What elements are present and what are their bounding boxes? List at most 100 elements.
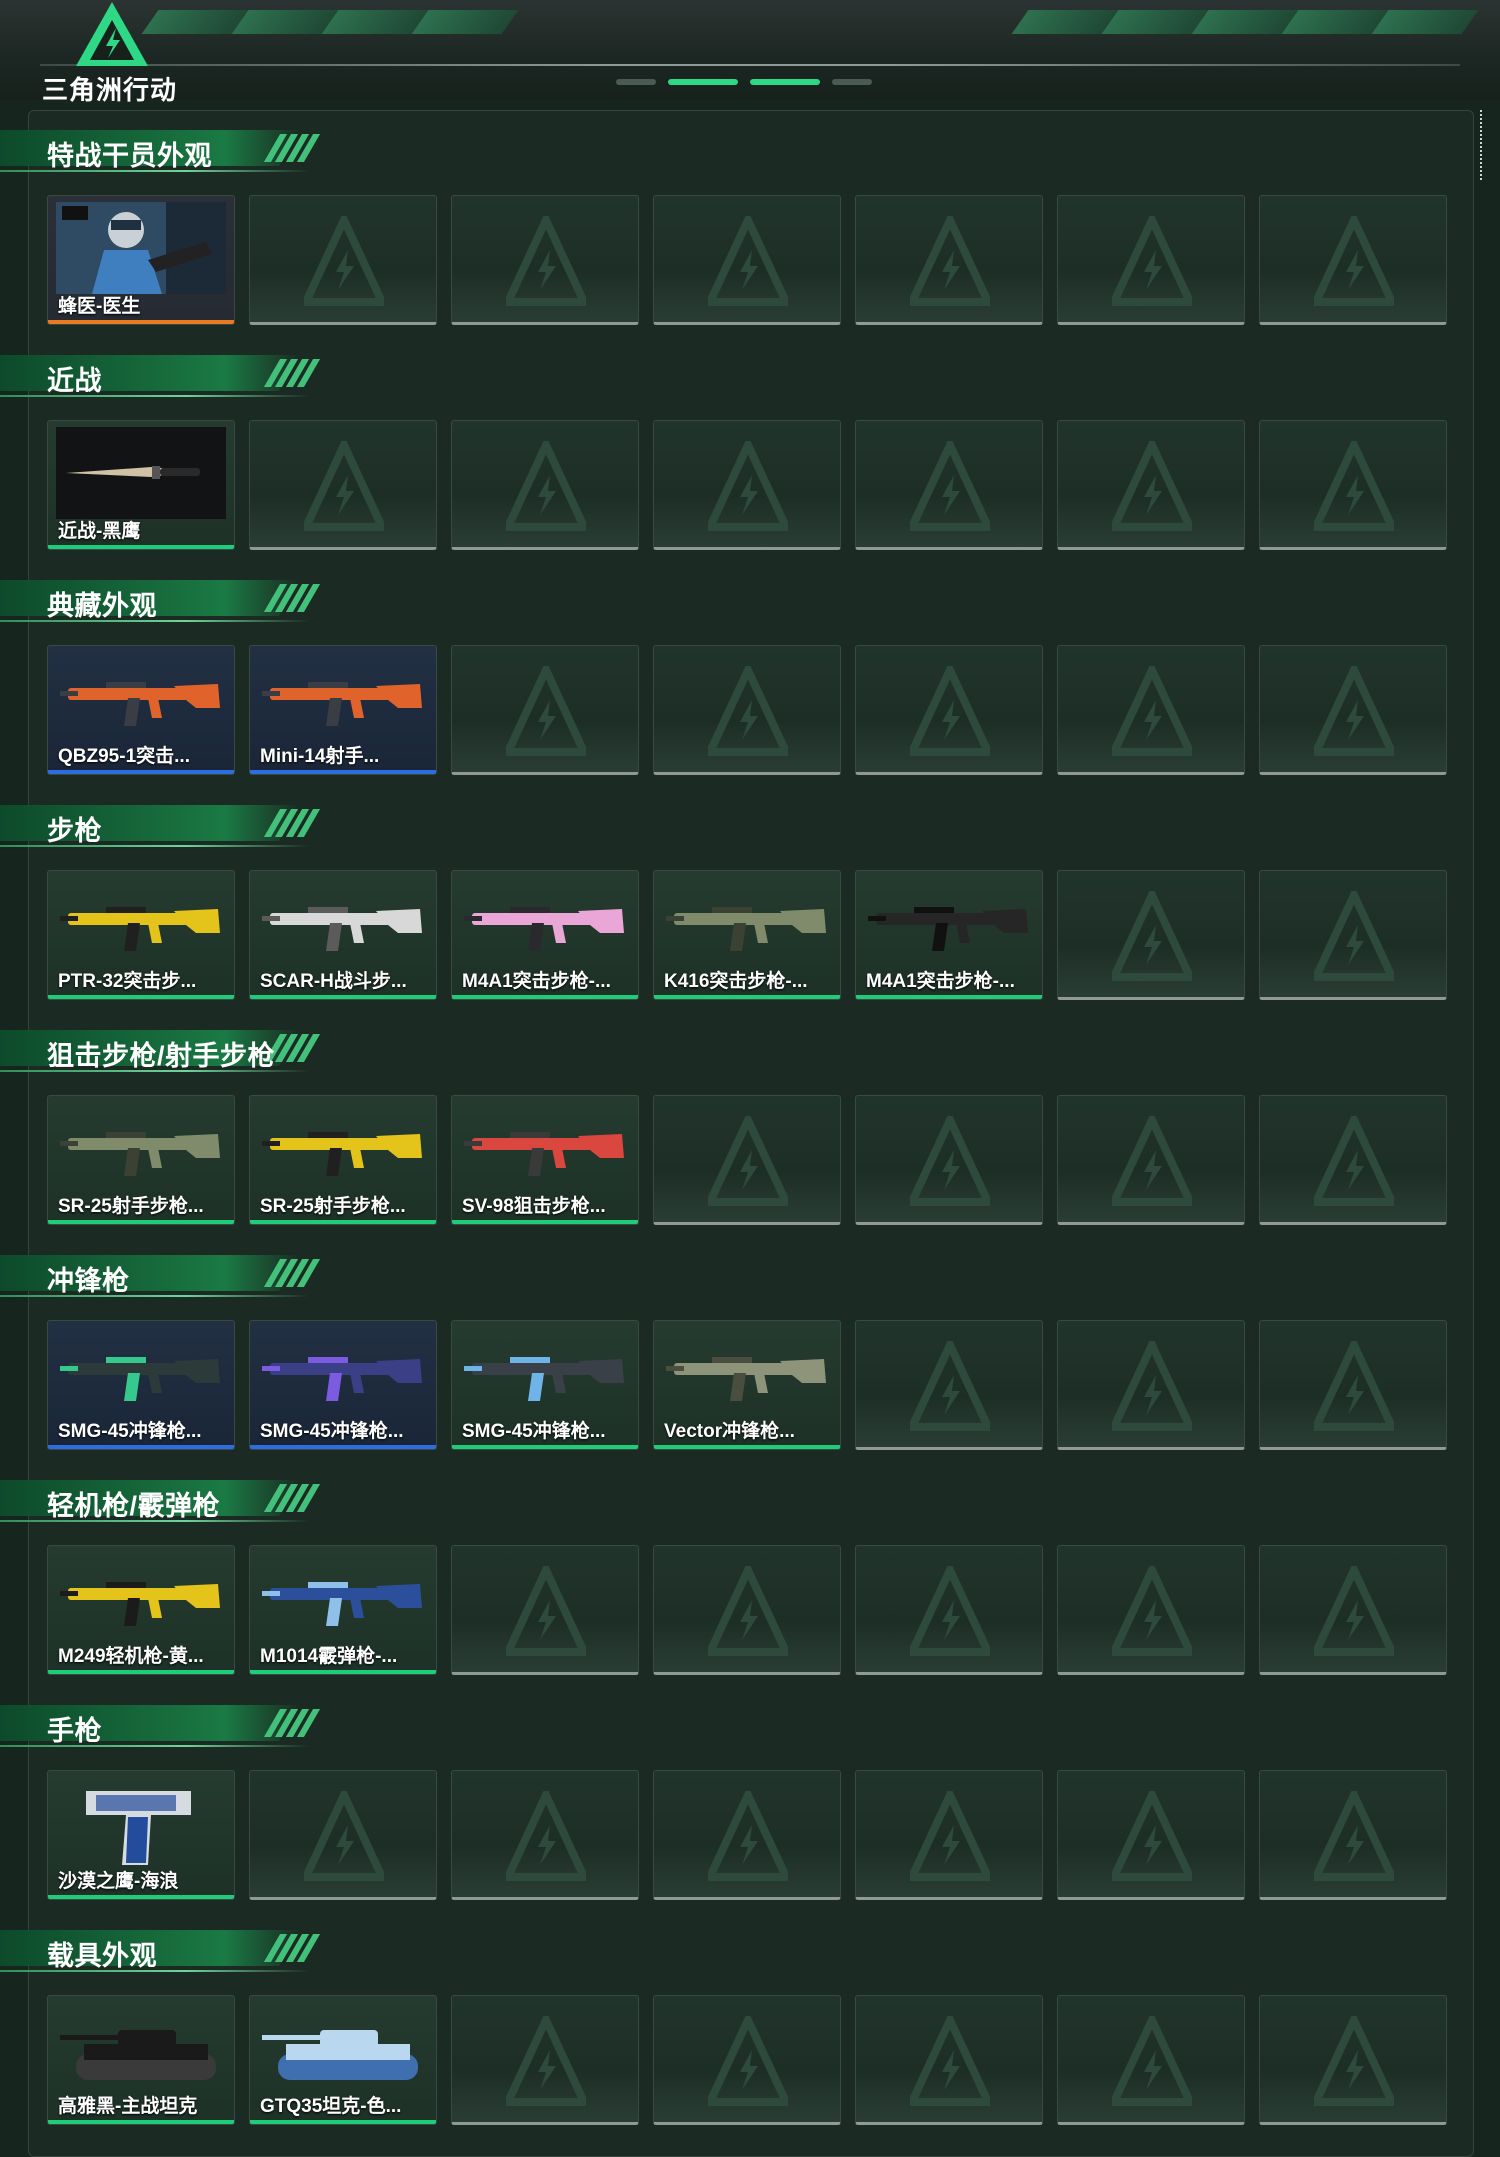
top-header: 三角洲行动	[0, 0, 1500, 106]
delta-placeholder-icon	[708, 666, 788, 756]
empty-slot	[249, 1770, 437, 1900]
delta-placeholder-icon	[910, 441, 990, 531]
section-title: 载具外观	[47, 1941, 157, 1971]
empty-slot	[855, 1770, 1043, 1900]
sniper-red-icon	[460, 1102, 630, 1194]
rarity-bar	[250, 995, 436, 999]
delta-placeholder-icon	[304, 216, 384, 306]
section-header: 典藏外观	[0, 580, 330, 622]
delta-placeholder-icon	[506, 1566, 586, 1656]
section-5: 冲锋枪 SMG-45冲锋枪... SMG-45冲锋枪... SMG-45冲锋枪.…	[0, 1245, 1500, 1470]
header-divider	[40, 64, 1460, 66]
rifle-camo-icon	[56, 1102, 226, 1194]
delta-placeholder-icon	[1112, 216, 1192, 306]
skin-card[interactable]: GTQ35坦克-色...	[249, 1995, 437, 2125]
skin-card[interactable]: M1014霰弹枪-...	[249, 1545, 437, 1675]
skin-card[interactable]: M4A1突击步枪-...	[855, 870, 1043, 1000]
skin-name: SR-25射手步枪...	[58, 1196, 204, 1217]
skin-name: 近战-黑鹰	[58, 521, 141, 542]
smg-purple-icon	[258, 1327, 428, 1419]
skin-name: SCAR-H战斗步...	[260, 971, 407, 992]
empty-slot	[1057, 1770, 1245, 1900]
skin-card[interactable]: SCAR-H战斗步...	[249, 870, 437, 1000]
smg-camo-icon	[662, 1327, 832, 1419]
empty-slot	[1057, 645, 1245, 775]
delta-logo-icon	[76, 2, 148, 66]
skin-card[interactable]: M249轻机枪-黄...	[47, 1545, 235, 1675]
section-header: 轻机枪/霰弹枪	[0, 1480, 330, 1522]
rarity-bar	[452, 1445, 638, 1449]
rarity-bar	[48, 1895, 234, 1899]
empty-slot	[1057, 195, 1245, 325]
section-header: 近战	[0, 355, 330, 397]
empty-slot	[1057, 1545, 1245, 1675]
skin-card[interactable]: QBZ95-1突击...	[47, 645, 235, 775]
empty-slot	[451, 1545, 639, 1675]
delta-placeholder-icon	[1112, 891, 1192, 981]
skin-card[interactable]: SV-98狙击步枪...	[451, 1095, 639, 1225]
empty-slot	[855, 1545, 1043, 1675]
skin-card[interactable]: Mini-14射手...	[249, 645, 437, 775]
delta-placeholder-icon	[910, 1791, 990, 1881]
lmg-yellow-icon	[56, 1552, 226, 1644]
skin-name: M4A1突击步枪-...	[462, 971, 611, 992]
section-6: 轻机枪/霰弹枪 M249轻机枪-黄... M1014霰弹枪-...	[0, 1470, 1500, 1695]
empty-slot	[1057, 1095, 1245, 1225]
delta-placeholder-icon	[1112, 441, 1192, 531]
delta-placeholder-icon	[1112, 1116, 1192, 1206]
skin-card[interactable]: 沙漠之鹰-海浪	[47, 1770, 235, 1900]
skin-name: SMG-45冲锋枪...	[260, 1421, 404, 1442]
skin-card[interactable]: Vector冲锋枪...	[653, 1320, 841, 1450]
empty-slot	[1057, 1995, 1245, 2125]
logo-text: 三角洲行动	[42, 76, 178, 106]
empty-slot	[855, 1095, 1043, 1225]
delta-placeholder-icon	[708, 1791, 788, 1881]
skin-name: M4A1突击步枪-...	[866, 971, 1015, 992]
skin-card[interactable]: SMG-45冲锋枪...	[451, 1320, 639, 1450]
section-header: 冲锋枪	[0, 1255, 330, 1297]
skin-name: Vector冲锋枪...	[664, 1421, 795, 1442]
section-0: 特战干员外观 蜂医-医生	[0, 120, 1500, 345]
rifle-pink-icon	[460, 877, 630, 969]
rarity-bar	[654, 995, 840, 999]
skin-card[interactable]: PTR-32突击步...	[47, 870, 235, 1000]
rifle-black-icon	[864, 877, 1034, 969]
empty-slot	[855, 1320, 1043, 1450]
empty-slot	[451, 1995, 639, 2125]
empty-slot	[451, 1770, 639, 1900]
empty-slot	[1057, 870, 1245, 1000]
skin-name: SR-25射手步枪...	[260, 1196, 406, 1217]
delta-placeholder-icon	[506, 441, 586, 531]
rifle-camo-icon	[662, 877, 832, 969]
empty-slot	[451, 420, 639, 550]
skin-card[interactable]: M4A1突击步枪-...	[451, 870, 639, 1000]
section-header: 特战干员外观	[0, 130, 330, 172]
knife-icon	[56, 427, 226, 519]
rarity-bar	[48, 545, 234, 549]
empty-slot	[1057, 1320, 1245, 1450]
skin-card[interactable]: SR-25射手步枪...	[249, 1095, 437, 1225]
empty-slot	[1259, 1770, 1447, 1900]
smg-green-icon	[56, 1327, 226, 1419]
rarity-bar	[250, 2120, 436, 2124]
skin-card[interactable]: 高雅黑-主战坦克	[47, 1995, 235, 2125]
skin-card[interactable]: 蜂医-医生	[47, 195, 235, 325]
empty-slot	[1259, 870, 1447, 1000]
skin-card[interactable]: SR-25射手步枪...	[47, 1095, 235, 1225]
delta-placeholder-icon	[506, 2016, 586, 2106]
delta-placeholder-icon	[910, 666, 990, 756]
skin-card[interactable]: K416突击步枪-...	[653, 870, 841, 1000]
skin-card[interactable]: SMG-45冲锋枪...	[47, 1320, 235, 1450]
empty-slot	[653, 1095, 841, 1225]
empty-slot	[653, 1995, 841, 2125]
delta-placeholder-icon	[1112, 1566, 1192, 1656]
skin-card[interactable]: 近战-黑鹰	[47, 420, 235, 550]
skin-name: Mini-14射手...	[260, 746, 380, 767]
empty-slot	[451, 195, 639, 325]
delta-placeholder-icon	[304, 441, 384, 531]
pistol-blue-icon	[56, 1777, 226, 1869]
delta-placeholder-icon	[1314, 2016, 1394, 2106]
delta-placeholder-icon	[506, 1791, 586, 1881]
delta-placeholder-icon	[1314, 891, 1394, 981]
skin-card[interactable]: SMG-45冲锋枪...	[249, 1320, 437, 1450]
